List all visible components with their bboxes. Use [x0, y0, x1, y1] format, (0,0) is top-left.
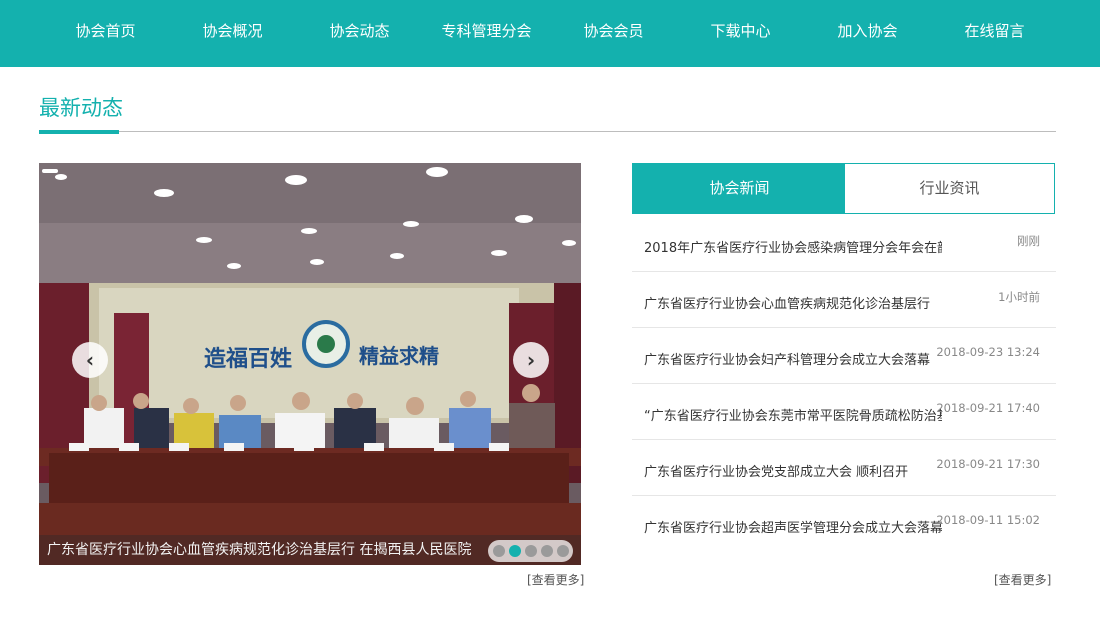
nav-item-home[interactable]: 协会首页	[42, 0, 169, 62]
news-item-title[interactable]: 广东省医疗行业协会心血管疾病规范化诊治基层行	[644, 293, 942, 312]
carousel-dot[interactable]	[541, 545, 553, 557]
nav-item-overview[interactable]: 协会概况	[169, 0, 296, 62]
news-item-time: 2018-09-11 15:02	[936, 513, 1040, 527]
divider	[39, 131, 1056, 132]
news-item-title[interactable]: 广东省医疗行业协会妇产科管理分会成立大会落幕	[644, 349, 942, 368]
news-item-title[interactable]: “广东省医疗行业协会东莞市常平医院骨质疏松防治基...	[644, 405, 942, 424]
section-title: 最新动态	[39, 96, 123, 120]
slide-indicator	[42, 169, 58, 173]
news-item-time: 2018-09-23 13:24	[936, 345, 1040, 359]
carousel-prev-button[interactable]: ‹	[72, 342, 108, 378]
news-item[interactable]: 2018年广东省医疗行业协会感染病管理分会年会在韶关召开 刚刚	[632, 215, 1056, 272]
svg-text:造福百姓: 造福百姓	[204, 346, 292, 372]
top-nav: 协会首页 协会概况 协会动态 专科管理分会 协会会员 下载中心 加入协会 在线留…	[0, 0, 1100, 67]
news-item-title[interactable]: 广东省医疗行业协会超声医学管理分会成立大会落幕	[644, 517, 942, 536]
news-item[interactable]: 广东省医疗行业协会超声医学管理分会成立大会落幕 2018-09-11 15:02	[632, 495, 1056, 551]
carousel-dot[interactable]	[525, 545, 537, 557]
nav-item-message[interactable]: 在线留言	[931, 0, 1058, 62]
news-item-title[interactable]: 2018年广东省医疗行业协会感染病管理分会年会在韶关召开	[644, 237, 942, 256]
news-item[interactable]: 广东省医疗行业协会妇产科管理分会成立大会落幕 2018-09-23 13:24	[632, 327, 1056, 384]
news-item-time: 刚刚	[1017, 234, 1040, 248]
carousel-dot[interactable]	[557, 545, 569, 557]
view-more-link-left[interactable]: [查看更多]	[527, 571, 584, 588]
carousel-caption[interactable]: 广东省医疗行业协会心血管疾病规范化诊治基层行 在揭西县人民医院举办	[47, 535, 472, 565]
svg-text:精益求精: 精益求精	[359, 344, 439, 368]
news-item-title[interactable]: 广东省医疗行业协会党支部成立大会 顺利召开	[644, 461, 942, 480]
tab-association-news[interactable]: 协会新闻	[632, 163, 847, 214]
view-more-link-right[interactable]: [查看更多]	[994, 571, 1051, 588]
nav-item-branches[interactable]: 专科管理分会	[423, 0, 550, 62]
nav-item-downloads[interactable]: 下载中心	[677, 0, 804, 62]
nav-item-news[interactable]: 协会动态	[296, 0, 423, 62]
news-item-time: 2018-09-21 17:30	[936, 457, 1040, 471]
title-underline	[39, 130, 119, 134]
nav-item-join[interactable]: 加入协会	[804, 0, 931, 62]
news-item[interactable]: 广东省医疗行业协会心血管疾病规范化诊治基层行 1小时前	[632, 271, 1056, 328]
carousel-photo: 造福百姓 精益求精	[39, 163, 581, 565]
carousel-dot[interactable]	[493, 545, 505, 557]
image-carousel[interactable]: 造福百姓 精益求精 ‹ › 广东省医疗行业协会心血管疾病规范化诊治基层行 在揭西…	[39, 163, 581, 565]
carousel-dots	[488, 540, 573, 562]
news-tabs: 协会新闻 行业资讯	[632, 163, 1056, 214]
carousel-caption-bar: 广东省医疗行业协会心血管疾病规范化诊治基层行 在揭西县人民医院举办	[39, 535, 581, 565]
news-item-time: 2018-09-21 17:40	[936, 401, 1040, 415]
news-item[interactable]: “广东省医疗行业协会东莞市常平医院骨质疏松防治基... 2018-09-21 1…	[632, 383, 1056, 440]
carousel-next-button[interactable]: ›	[513, 342, 549, 378]
nav-item-members[interactable]: 协会会员	[550, 0, 677, 62]
carousel-dot-active[interactable]	[509, 545, 521, 557]
news-item-time: 1小时前	[998, 290, 1040, 304]
tab-industry-info[interactable]: 行业资讯	[845, 163, 1055, 214]
news-item[interactable]: 广东省医疗行业协会党支部成立大会 顺利召开 2018-09-21 17:30	[632, 439, 1056, 496]
